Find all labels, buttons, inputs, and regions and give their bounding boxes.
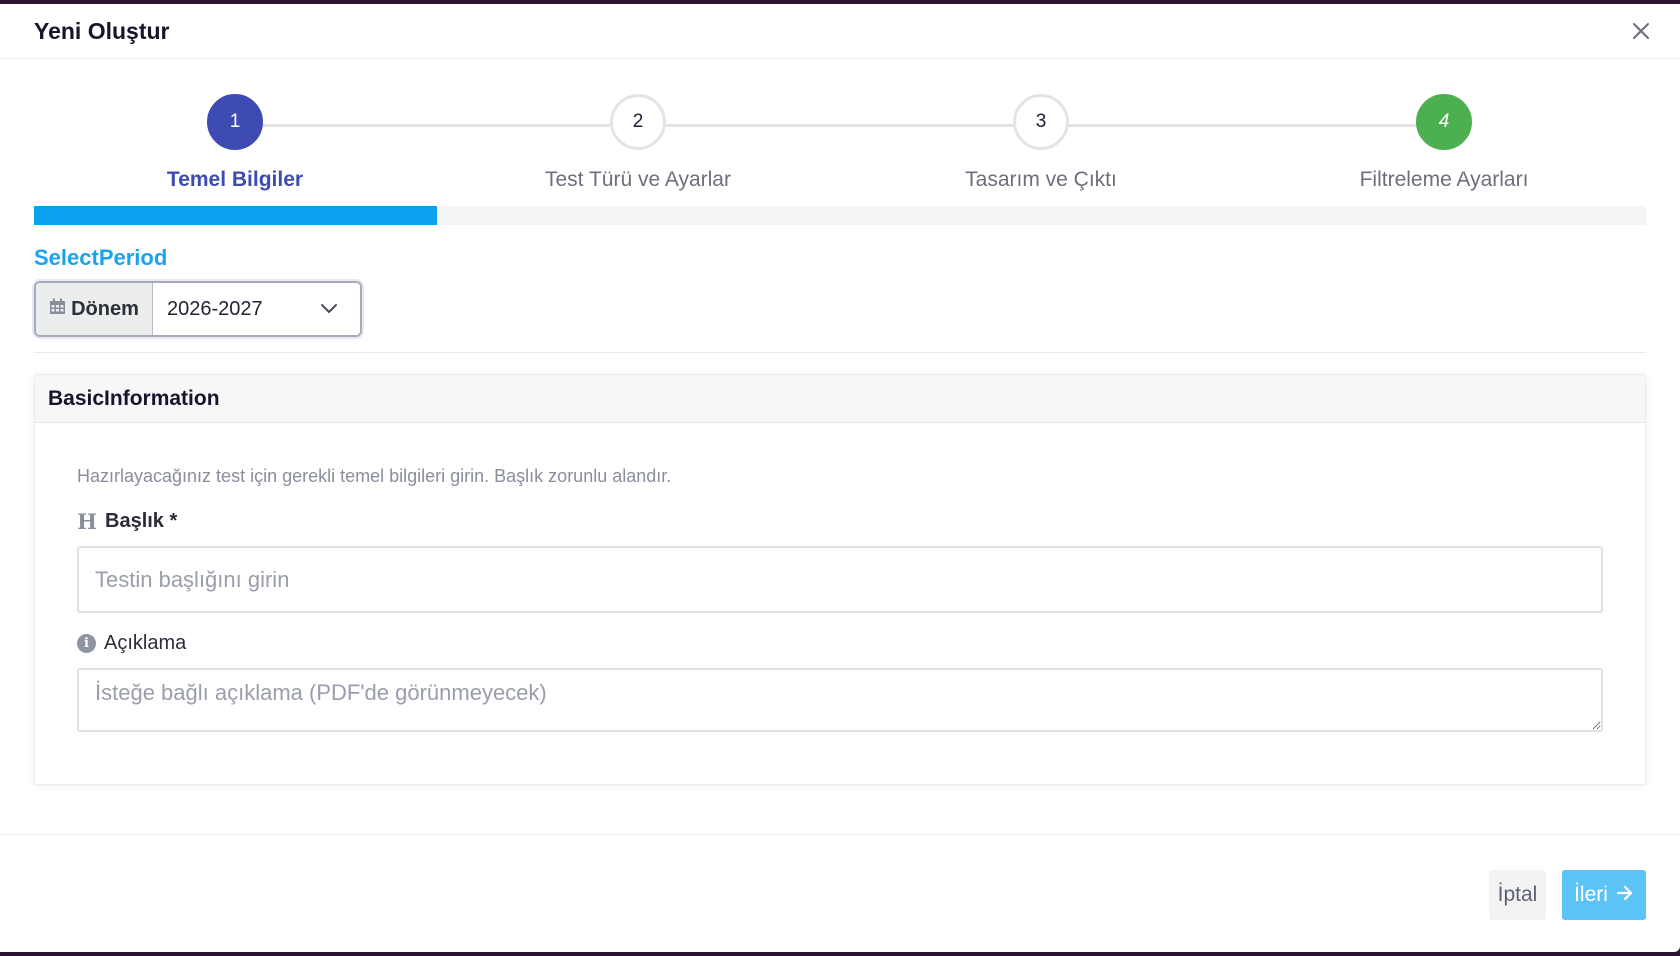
step-2[interactable]: 2 Test Türü ve Ayarlar (488, 94, 788, 192)
modal-header: Yeni Oluştur (0, 4, 1680, 59)
progress-bar (34, 206, 1646, 225)
basic-info-card: BasicInformation Hazırlayacağınız test i… (34, 374, 1646, 785)
description-field-label: i Açıklama (77, 632, 186, 655)
step-1-label: Temel Bilgiler (166, 168, 304, 191)
stepper: 1 Temel Bilgiler 2 Test Türü ve Ayarlar … (34, 94, 1646, 204)
info-icon: i (77, 634, 96, 653)
stepper-line (239, 124, 1447, 127)
cancel-button[interactable]: İptal (1489, 870, 1546, 920)
step-4-circle: 4 (1416, 94, 1472, 150)
step-2-circle: 2 (610, 94, 666, 150)
chevron-down-icon (320, 298, 338, 321)
period-selected-value: 2026-2027 (167, 297, 263, 320)
section-divider (34, 352, 1646, 353)
description-label-text: Açıklama (104, 632, 187, 654)
arrow-right-icon (1616, 883, 1634, 907)
title-label-text: Başlık * (105, 510, 178, 532)
step-3-label: Tasarım ve Çıktı (965, 168, 1117, 191)
title-field-label: H Başlık * (77, 509, 177, 534)
period-addon: Dönem (36, 283, 153, 335)
period-selector: Dönem 2026-2027 (34, 281, 362, 337)
title-input[interactable] (77, 546, 1603, 613)
footer-divider (0, 834, 1680, 835)
create-modal: Yeni Oluştur 1 Temel Bilgiler 2 Test Tür… (0, 4, 1680, 952)
basic-info-description: Hazırlayacağınız test için gerekli temel… (77, 466, 672, 486)
basic-info-header: BasicInformation (35, 375, 1645, 423)
step-4[interactable]: 4 Filtreleme Ayarları (1294, 94, 1594, 192)
period-addon-label: Dönem (71, 297, 139, 320)
close-icon[interactable] (1628, 18, 1654, 44)
step-2-label: Test Türü ve Ayarlar (545, 168, 731, 191)
modal-title: Yeni Oluştur (34, 18, 170, 44)
window-bottom-edge (0, 952, 1680, 956)
step-3-circle: 3 (1013, 94, 1069, 150)
step-4-label: Filtreleme Ayarları (1359, 168, 1529, 191)
step-1[interactable]: 1 Temel Bilgiler (85, 94, 385, 192)
calendar-icon (49, 298, 66, 321)
description-textarea[interactable] (77, 668, 1603, 732)
step-1-circle: 1 (207, 94, 263, 150)
step-3[interactable]: 3 Tasarım ve Çıktı (891, 94, 1191, 192)
next-button[interactable]: İleri (1562, 870, 1646, 920)
progress-fill (34, 206, 437, 225)
next-button-label: İleri (1574, 883, 1608, 906)
select-period-label: SelectPeriod (34, 245, 168, 270)
heading-icon: H (77, 509, 97, 534)
period-select[interactable]: 2026-2027 (153, 283, 360, 335)
